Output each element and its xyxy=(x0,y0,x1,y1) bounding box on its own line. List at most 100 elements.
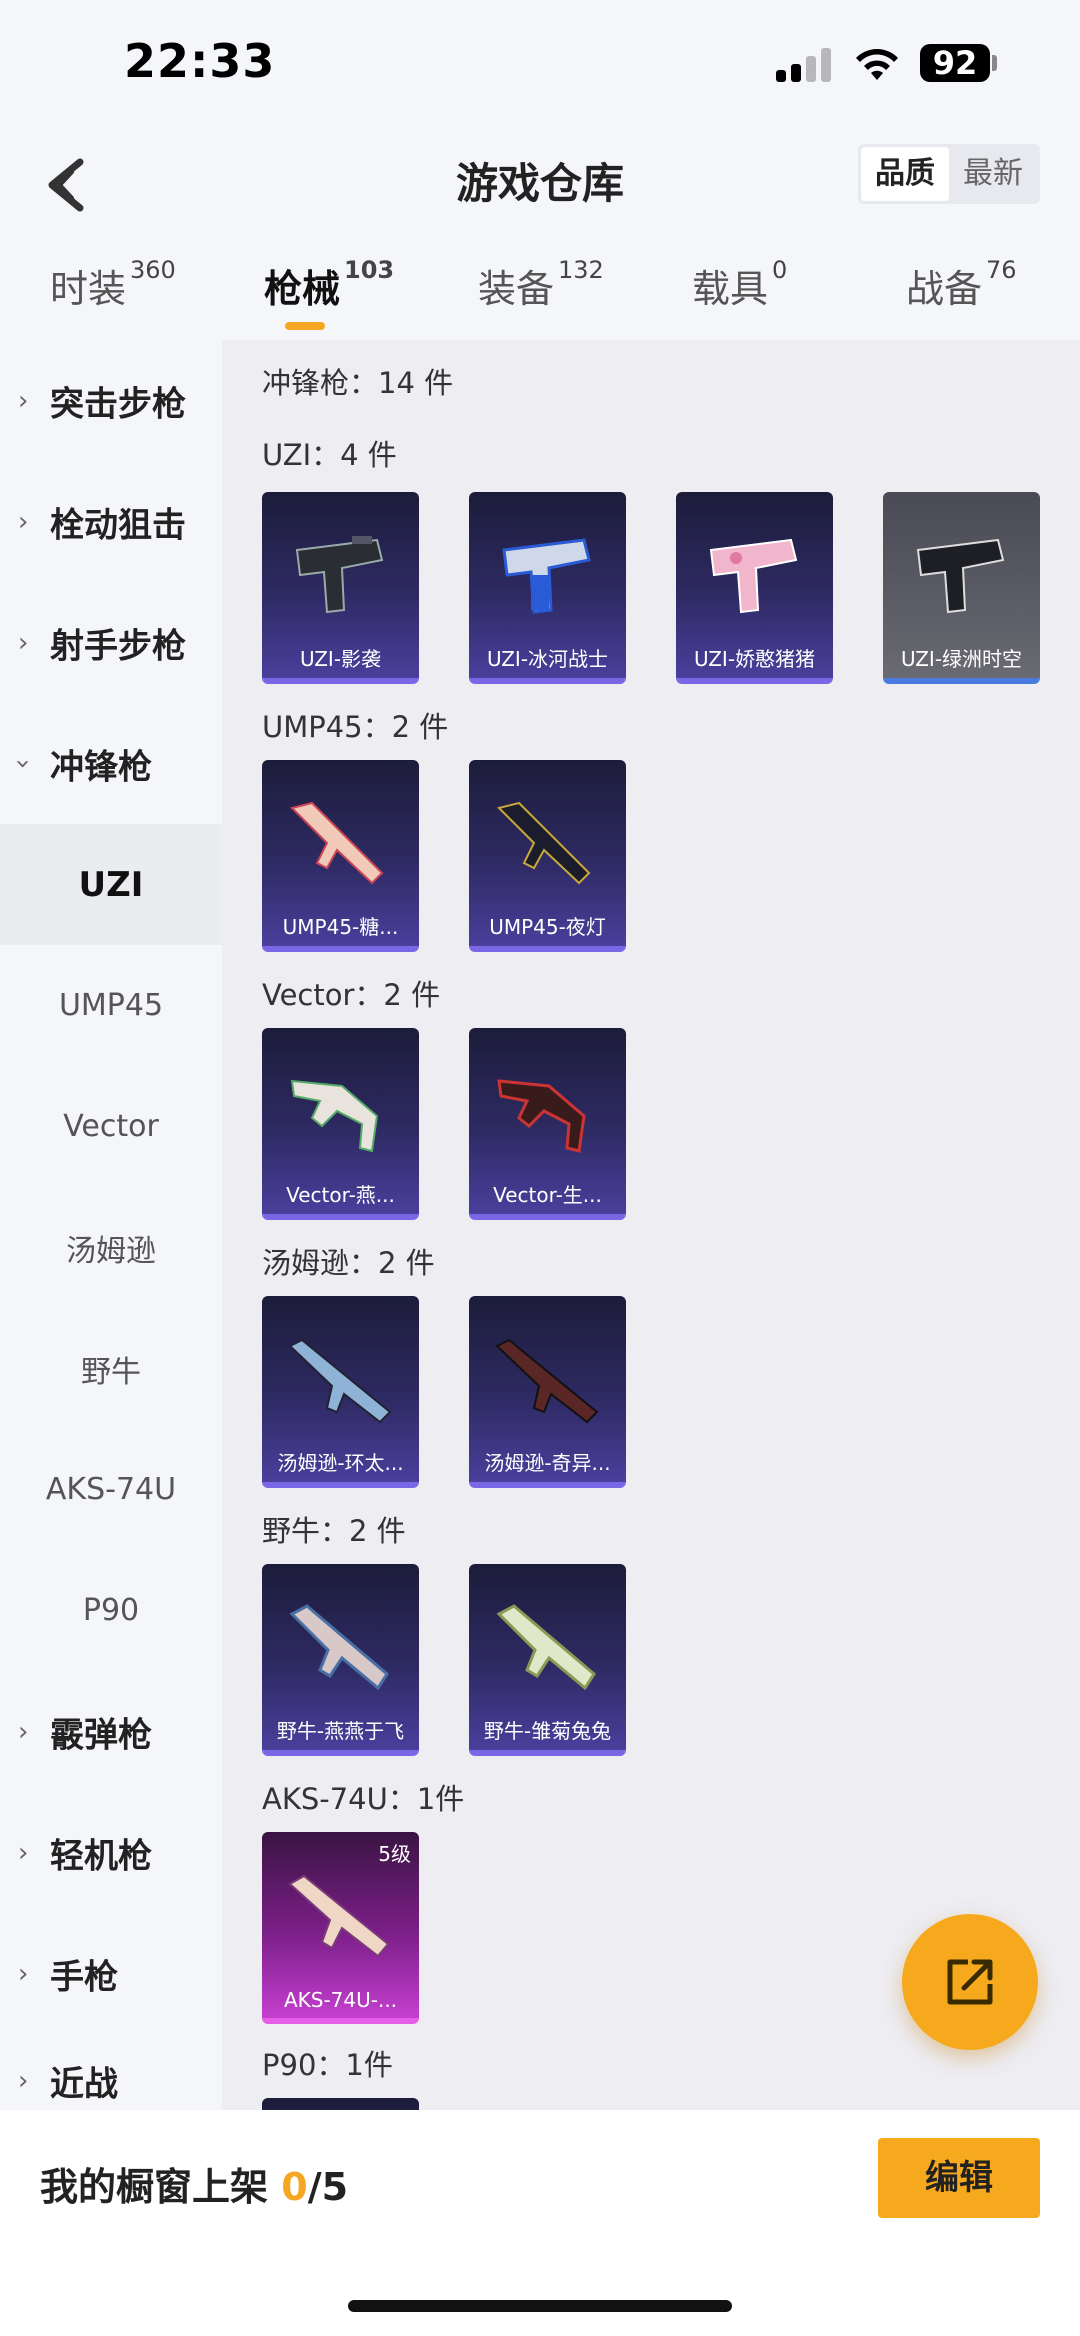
tab-fashion[interactable]: 时装 360 xyxy=(50,256,176,313)
weapon-grid: 冲锋枪：14 件 UZI：4 件 UZI-影袭 UZI-冰河战士 UZI-娇憨猪… xyxy=(222,340,1080,2110)
home-indicator xyxy=(348,2300,732,2312)
sidebar-sub-uzi[interactable]: UZI xyxy=(0,824,222,945)
sidebar-sub-p90[interactable]: P90 xyxy=(0,1550,222,1671)
sidebar-item-label: 冲锋枪 xyxy=(50,747,152,787)
sort-toggle: 品质 最新 xyxy=(858,144,1040,204)
sidebar-item-bolt-sniper[interactable]: › 栓动狙击 xyxy=(0,461,222,582)
chevron-left-icon xyxy=(48,158,84,212)
weapon-card[interactable] xyxy=(262,2098,419,2110)
ump45-icon xyxy=(290,801,384,885)
sidebar-item-lmg[interactable]: › 轻机枪 xyxy=(0,1792,222,1913)
tab-firearms[interactable]: 枪械 103 xyxy=(264,256,394,313)
tab-vehicles[interactable]: 载具 0 xyxy=(692,256,788,313)
weapon-card-name: UZI-冰河战士 xyxy=(486,647,609,671)
showcase-total: /5 xyxy=(307,2165,349,2209)
weapon-card[interactable]: 5级 AKS-74U-... xyxy=(262,1832,419,2024)
weapon-card[interactable]: Vector-生... xyxy=(469,1028,626,1220)
weapon-card-name: UZI-娇憨猪猪 xyxy=(693,647,816,671)
sidebar-sub-vector[interactable]: Vector xyxy=(0,1066,222,1187)
weapon-card-name: UZI-绿洲时空 xyxy=(900,647,1023,671)
tab-label: 装备 xyxy=(478,267,555,311)
sidebar-item-label: 霰弹枪 xyxy=(50,1715,152,1755)
tab-equipment[interactable]: 装备 132 xyxy=(478,256,604,313)
thompson-icon xyxy=(288,1338,392,1424)
thompson-icon xyxy=(495,1338,599,1424)
group-title-thompson: 汤姆逊：2 件 xyxy=(262,1246,435,1280)
weapon-category-sidebar: › 突击步枪 › 栓动狙击 › 射手步枪 › 冲锋枪 UZI UMP45 Vec… xyxy=(0,340,222,2110)
weapon-card[interactable]: UZI-冰河战士 xyxy=(469,492,626,684)
back-button[interactable] xyxy=(30,140,110,230)
weapon-card[interactable]: 汤姆逊-奇异... xyxy=(469,1296,626,1488)
sidebar-sub-aks74u[interactable]: AKS-74U xyxy=(0,1429,222,1550)
group-title-aks74u: AKS-74U：1件 xyxy=(262,1782,465,1816)
weapon-card[interactable]: UZI-绿洲时空 xyxy=(883,492,1040,684)
chevron-down-icon: › xyxy=(8,758,39,769)
share-out-icon xyxy=(947,1959,993,2005)
edit-button[interactable]: 编辑 xyxy=(878,2138,1040,2218)
sidebar-item-label: 轻机枪 xyxy=(50,1836,152,1876)
weapon-card-name: 汤姆逊-环太... xyxy=(277,1451,404,1475)
sidebar-item-pistol[interactable]: › 手枪 xyxy=(0,1913,222,2034)
weapon-card[interactable]: UZI-娇憨猪猪 xyxy=(676,492,833,684)
tab-count: 360 xyxy=(130,256,176,284)
vector-icon xyxy=(497,1079,586,1153)
sidebar-item-marksman-rifle[interactable]: › 射手步枪 xyxy=(0,582,222,703)
chevron-right-icon: › xyxy=(18,1716,29,1747)
active-tab-indicator xyxy=(285,322,325,330)
group-title-ump45: UMP45：2 件 xyxy=(262,710,449,744)
sidebar-item-assault-rifle[interactable]: › 突击步枪 xyxy=(0,340,222,461)
vector-icon xyxy=(290,1079,379,1153)
group-title-bizon: 野牛：2 件 xyxy=(262,1514,406,1548)
bizon-icon xyxy=(496,1604,596,1691)
tab-label: 载具 xyxy=(692,267,769,311)
weapon-card-name: Vector-生... xyxy=(493,1183,602,1207)
battery-tip xyxy=(992,55,997,71)
smg-summary: 冲锋枪：14 件 xyxy=(262,366,454,400)
weapon-card-name: UZI-影袭 xyxy=(299,647,382,671)
weapon-card-name: Vector-燕... xyxy=(286,1183,395,1207)
chevron-right-icon: › xyxy=(18,385,29,416)
chevron-right-icon: › xyxy=(18,1958,29,1989)
weapon-card[interactable]: 野牛-雏菊兔兔 xyxy=(469,1564,626,1756)
share-button[interactable] xyxy=(902,1914,1038,2050)
weapon-card-name: 汤姆逊-奇异... xyxy=(484,1451,611,1475)
weapon-card[interactable]: 野牛-燕燕于飞 xyxy=(262,1564,419,1756)
sort-quality-button[interactable]: 品质 xyxy=(861,147,949,201)
weapon-card[interactable]: UZI-影袭 xyxy=(262,492,419,684)
group-title-vector: Vector：2 件 xyxy=(262,978,441,1012)
sidebar-item-smg[interactable]: › 冲锋枪 xyxy=(0,703,222,824)
status-bar: 22:33 92 xyxy=(0,0,1080,130)
aks74u-icon xyxy=(288,1874,390,1958)
weapon-card-name: 野牛-雏菊兔兔 xyxy=(483,1719,612,1743)
sidebar-item-label: 栓动狙击 xyxy=(50,505,186,545)
category-tabs: 时装 360 枪械 103 装备 132 载具 0 战备 76 xyxy=(0,240,1080,340)
weapon-card-name: 野牛-燕燕于飞 xyxy=(276,1719,405,1743)
tab-label: 枪械 xyxy=(264,267,341,311)
tab-count: 76 xyxy=(986,256,1017,284)
sidebar-sub-ump45[interactable]: UMP45 xyxy=(0,945,222,1066)
weapon-card-name: AKS-74U-... xyxy=(283,1988,398,2012)
weapon-card[interactable]: UMP45-糖... xyxy=(262,760,419,952)
tab-label: 时装 xyxy=(50,267,127,311)
sidebar-item-label: 射手步枪 xyxy=(50,626,186,666)
showcase-count: 0 xyxy=(281,2165,308,2209)
weapon-card[interactable]: Vector-燕... xyxy=(262,1028,419,1220)
tab-count: 0 xyxy=(772,256,788,284)
uzi-icon xyxy=(709,538,798,614)
ump45-icon xyxy=(497,801,591,885)
tab-supplies[interactable]: 战备 76 xyxy=(906,256,1017,313)
sort-latest-button[interactable]: 最新 xyxy=(949,147,1037,201)
weapon-card[interactable]: 汤姆逊-环太... xyxy=(262,1296,419,1488)
showcase-label: 我的橱窗上架 0/5 xyxy=(40,2156,348,2211)
cellular-signal-icon xyxy=(776,48,836,82)
chevron-right-icon: › xyxy=(18,2065,29,2096)
chevron-right-icon: › xyxy=(18,506,29,537)
sidebar-item-label: 近战 xyxy=(50,2064,118,2104)
weapon-card[interactable]: UMP45-夜灯 xyxy=(469,760,626,952)
uzi-icon xyxy=(502,538,591,614)
sidebar-item-shotgun[interactable]: › 霰弹枪 xyxy=(0,1671,222,1792)
sidebar-sub-thompson[interactable]: 汤姆逊 xyxy=(0,1187,222,1308)
sidebar-sub-bizon[interactable]: 野牛 xyxy=(0,1308,222,1429)
chevron-right-icon: › xyxy=(18,1837,29,1868)
chevron-right-icon: › xyxy=(18,627,29,658)
